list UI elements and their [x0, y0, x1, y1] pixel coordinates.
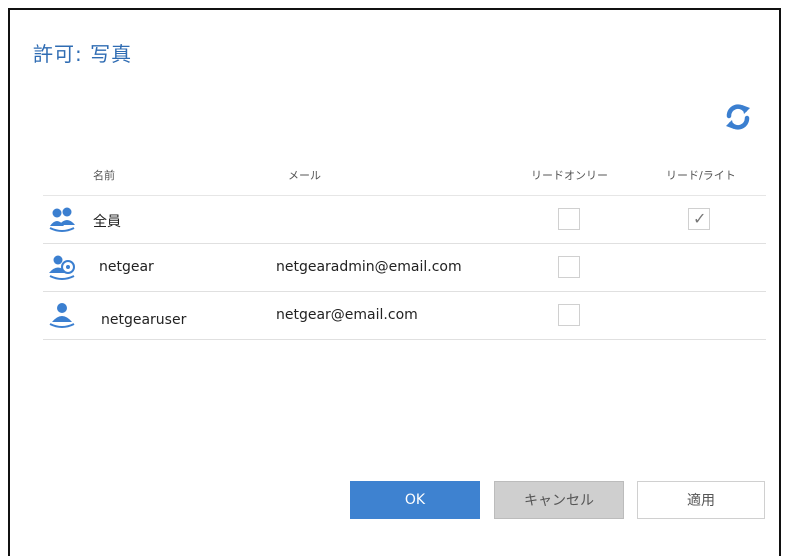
cancel-button[interactable]: キャンセル — [494, 481, 624, 519]
user-name: 全員 — [93, 214, 121, 230]
user-icon — [49, 303, 75, 328]
group-icon — [49, 207, 75, 232]
ok-button[interactable]: OK — [350, 481, 480, 519]
column-header-email[interactable]: メール — [288, 167, 321, 183]
user-email: netgear@email.com — [276, 307, 418, 323]
user-name: netgearuser — [101, 312, 187, 328]
dialog-title: 許可: 写真 — [33, 42, 133, 66]
column-header-read-only[interactable]: リードオンリー — [531, 167, 608, 183]
table-row[interactable]: 全員 ✓ — [43, 196, 766, 244]
column-header-name[interactable]: 名前 — [93, 167, 115, 183]
read-write-checkbox[interactable]: ✓ — [688, 208, 710, 230]
user-email: netgearadmin@email.com — [276, 259, 462, 275]
user-name: netgear — [99, 259, 154, 275]
apply-button[interactable]: 適用 — [637, 481, 765, 519]
check-mark-icon: ✓ — [693, 209, 707, 228]
read-only-checkbox[interactable] — [558, 304, 580, 326]
column-header-read-write[interactable]: リード/ライト — [666, 167, 736, 183]
table-row[interactable]: netgearuser netgear@email.com — [43, 292, 766, 340]
refresh-icon[interactable] — [723, 102, 753, 132]
admin-user-icon — [49, 255, 75, 280]
read-only-checkbox[interactable] — [558, 256, 580, 278]
read-only-checkbox[interactable] — [558, 208, 580, 230]
table-row[interactable]: netgear netgearadmin@email.com — [43, 244, 766, 292]
